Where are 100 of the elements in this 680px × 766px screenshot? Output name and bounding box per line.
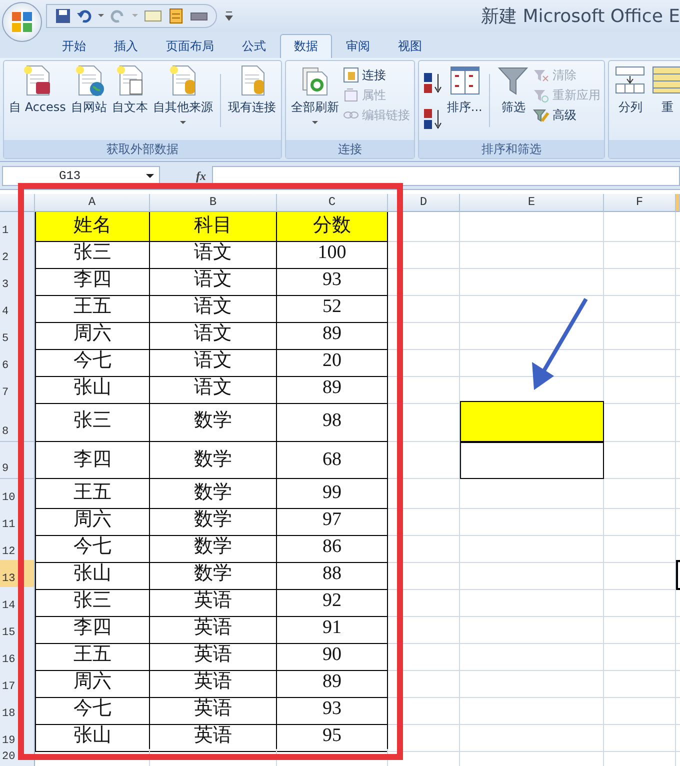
table-cell: 20 bbox=[277, 347, 388, 376]
ribbon-button[interactable]: 自网站 bbox=[70, 64, 108, 115]
table-cell: 86 bbox=[277, 533, 388, 562]
form-icon[interactable] bbox=[144, 8, 162, 24]
empty-cell bbox=[388, 668, 460, 698]
ribbon-tab[interactable]: 视图 bbox=[384, 34, 436, 58]
sort-table-icon bbox=[448, 64, 481, 96]
form-icon[interactable] bbox=[167, 8, 185, 24]
ribbon-button[interactable]: 现有连接 bbox=[226, 64, 277, 115]
table-cell: 数学 bbox=[150, 479, 277, 508]
ribbon-button[interactable]: 自其他来源 bbox=[152, 64, 214, 128]
ribbon-button[interactable]: 自 Access bbox=[8, 64, 67, 115]
table-cell: 91 bbox=[277, 614, 388, 644]
table-cell: 98 bbox=[277, 401, 388, 442]
ribbon-button[interactable]: 排序... bbox=[446, 64, 484, 115]
save-icon[interactable] bbox=[55, 8, 71, 24]
column-header[interactable]: B bbox=[150, 194, 277, 212]
column-header[interactable]: D bbox=[388, 194, 460, 212]
empty-cell bbox=[388, 374, 460, 404]
empty-cell bbox=[388, 641, 460, 670]
ribbon-button[interactable]: 重 bbox=[650, 64, 680, 115]
ribbon-tab[interactable]: 数据 bbox=[280, 34, 332, 58]
ribbon-button[interactable]: 高级 bbox=[533, 106, 600, 124]
office-button[interactable] bbox=[2, 2, 42, 42]
table-cell: 李四 bbox=[35, 442, 150, 479]
reapply-filter-icon bbox=[533, 87, 550, 103]
sort-descending-icon bbox=[422, 108, 443, 130]
table-cell: 周六 bbox=[35, 668, 150, 698]
group-label: 获取外部数据 bbox=[106, 142, 178, 156]
undo-icon[interactable] bbox=[76, 8, 92, 24]
table-cell: 语文 bbox=[150, 320, 277, 350]
empty-cell bbox=[388, 587, 460, 616]
table-cell: 93 bbox=[277, 695, 388, 724]
table-cell: 张山 bbox=[35, 374, 150, 404]
table-cell: 语文 bbox=[150, 266, 277, 296]
empty-cell bbox=[604, 641, 676, 670]
empty-cell bbox=[388, 266, 460, 296]
table-cell: 100 bbox=[277, 239, 388, 268]
table-cell: 今七 bbox=[35, 347, 150, 376]
table-cell: 英语 bbox=[150, 587, 277, 616]
empty-cell bbox=[604, 614, 676, 644]
empty-cell bbox=[604, 320, 676, 350]
table-cell: 数学 bbox=[150, 560, 277, 590]
empty-cell bbox=[604, 506, 676, 536]
table-cell: 英语 bbox=[150, 668, 277, 698]
column-header[interactable]: A bbox=[35, 194, 150, 212]
empty-cell bbox=[604, 533, 676, 562]
formula-input-field[interactable] bbox=[212, 166, 680, 186]
ribbon-tab[interactable]: 页面布局 bbox=[152, 34, 228, 58]
table-cell: 89 bbox=[277, 668, 388, 698]
empty-cell bbox=[388, 695, 460, 724]
table-cell: 数学 bbox=[150, 533, 277, 562]
empty-cell bbox=[388, 560, 460, 590]
empty-cell bbox=[604, 587, 676, 616]
table-cell: 99 bbox=[277, 479, 388, 508]
cell-reference: G13 bbox=[59, 168, 81, 185]
empty-cell bbox=[388, 442, 460, 479]
ribbon-tab[interactable]: 审阅 bbox=[332, 34, 384, 58]
empty-cell bbox=[604, 479, 676, 508]
sort-ascending-button[interactable] bbox=[422, 72, 443, 94]
empty-cell bbox=[604, 668, 676, 698]
table-cell: 数学 bbox=[150, 442, 277, 479]
table-cell: 88 bbox=[277, 560, 388, 590]
column-header[interactable]: C bbox=[277, 194, 388, 212]
empty-cell bbox=[604, 722, 676, 752]
ribbon-tab[interactable]: 插入 bbox=[100, 34, 152, 58]
empty-cell bbox=[388, 533, 460, 562]
ribbon-button[interactable]: 分列 bbox=[613, 64, 648, 115]
ribbon-button[interactable]: 全部刷新 bbox=[290, 64, 340, 128]
ribbon-button[interactable]: 筛选 bbox=[496, 64, 530, 115]
column-header[interactable]: F bbox=[604, 194, 676, 212]
ribbon-button[interactable]: 连接 bbox=[342, 66, 410, 84]
table-cell: 张山 bbox=[35, 722, 150, 752]
insert-function-button[interactable]: fx bbox=[196, 167, 206, 185]
table-cell: 李四 bbox=[35, 266, 150, 296]
table-cell: 数学 bbox=[150, 506, 277, 536]
empty-cell bbox=[604, 560, 676, 590]
table-cell: 王五 bbox=[35, 641, 150, 670]
header-cell: 姓名 bbox=[35, 212, 150, 242]
table-cell: 张山 bbox=[35, 560, 150, 590]
empty-cell bbox=[388, 722, 460, 752]
properties-icon bbox=[342, 87, 359, 103]
table-cell: 今七 bbox=[35, 533, 150, 562]
empty-cell bbox=[388, 293, 460, 322]
header-cell: 分数 bbox=[277, 212, 388, 242]
table-cell: 语文 bbox=[150, 374, 277, 404]
empty-cell bbox=[604, 695, 676, 724]
ribbon-tab[interactable]: 公式 bbox=[228, 34, 280, 58]
empty-cell bbox=[388, 239, 460, 268]
ribbon-button[interactable]: 自文本 bbox=[110, 64, 149, 115]
empty-cell bbox=[604, 293, 676, 322]
selected-cell bbox=[676, 560, 680, 590]
column-header[interactable]: E bbox=[460, 194, 604, 212]
customize-caret-icon bbox=[225, 10, 233, 22]
table-cell: 语文 bbox=[150, 293, 277, 322]
empty-cell bbox=[604, 266, 676, 296]
table-cell: 张三 bbox=[35, 587, 150, 616]
ribbon-tab[interactable]: 开始 bbox=[48, 34, 100, 58]
sort-descending-button[interactable] bbox=[422, 108, 443, 130]
table-cell: 89 bbox=[277, 320, 388, 350]
